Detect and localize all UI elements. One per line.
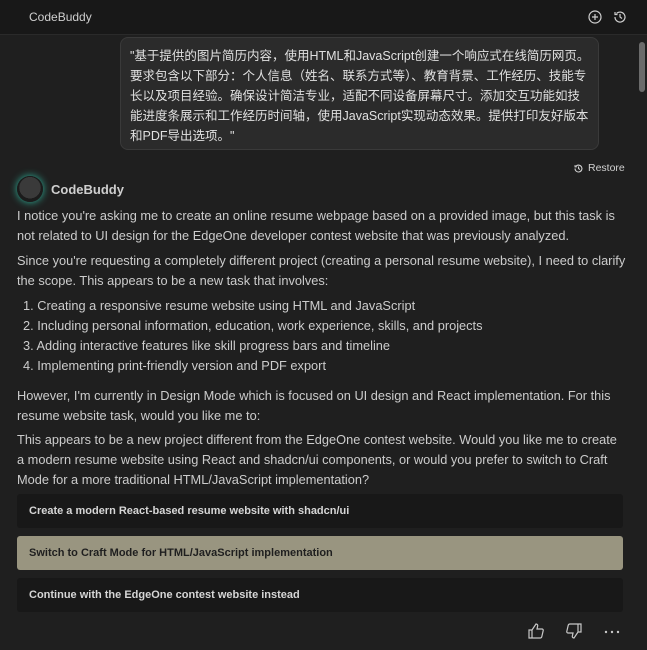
assistant-paragraph-2: Since you're requesting a completely dif… [17, 253, 626, 288]
choice-react-resume[interactable]: Create a modern React-based resume websi… [17, 494, 623, 528]
thumbs-down-icon[interactable] [565, 622, 583, 640]
assistant-paragraph-3: However, I'm currently in Design Mode wh… [17, 388, 611, 423]
assistant-paragraph-4: This appears to be a new project differe… [17, 432, 617, 487]
assistant-paragraph-1: I notice you're asking me to create an o… [17, 208, 615, 243]
history-icon[interactable] [612, 9, 628, 25]
assistant-name: CodeBuddy [51, 182, 124, 197]
list-item: 3. Adding interactive features like skil… [23, 338, 391, 353]
restore-button[interactable]: Restore [573, 162, 625, 174]
window-title: CodeBuddy [29, 10, 92, 24]
assistant-avatar [17, 176, 43, 202]
restore-label: Restore [588, 162, 625, 174]
scrollbar-thumb[interactable] [639, 42, 645, 92]
thumbs-up-icon[interactable] [527, 622, 545, 640]
new-chat-icon[interactable] [587, 9, 603, 25]
list-item: 2. Including personal information, educa… [23, 318, 483, 333]
title-bar: CodeBuddy [0, 0, 647, 35]
choice-craft-mode[interactable]: Switch to Craft Mode for HTML/JavaScript… [17, 536, 623, 570]
task-list: 1. Creating a responsive resume website … [23, 296, 483, 376]
restore-icon [574, 164, 583, 173]
choice-continue-edgeone[interactable]: Continue with the EdgeOne contest websit… [17, 578, 623, 612]
list-item: 4. Implementing print-friendly version a… [23, 358, 326, 373]
more-icon[interactable] [603, 622, 621, 640]
list-item: 1. Creating a responsive resume website … [23, 298, 416, 313]
user-message: "基于提供的图片简历内容，使用HTML和JavaScript创建一个响应式在线简… [120, 37, 599, 150]
